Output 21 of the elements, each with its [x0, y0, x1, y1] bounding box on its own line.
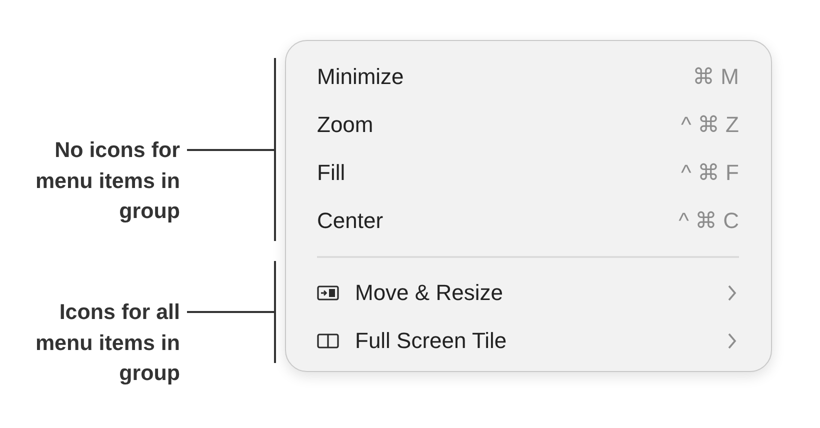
- item-label: Zoom: [317, 112, 374, 138]
- item-label: Move & Resize: [355, 280, 504, 306]
- split-window-icon: [317, 333, 339, 349]
- item-label: Fill: [317, 160, 346, 186]
- item-label: Center: [317, 208, 384, 234]
- chevron-right-icon: [727, 332, 737, 350]
- menu-item[interactable]: Zoom ^ ⌘ Z: [317, 101, 739, 149]
- menu-item[interactable]: Center ^ ⌘ C: [317, 197, 739, 245]
- menu-item[interactable]: Fill ^ ⌘ F: [317, 149, 739, 197]
- item-label: Full Screen Tile: [355, 328, 508, 354]
- menu-item[interactable]: Minimize ⌘ M: [317, 53, 739, 101]
- menu-item[interactable]: Move & Resize: [317, 269, 739, 317]
- keyboard-shortcut: ^ ⌘ Z: [681, 112, 739, 138]
- keyboard-shortcut: ^ ⌘ C: [678, 208, 739, 234]
- menu-item[interactable]: Full Screen Tile: [317, 317, 739, 365]
- chevron-right-icon: [727, 284, 737, 302]
- keyboard-shortcut: ^ ⌘ F: [681, 160, 739, 186]
- callout-label: No icons for menu items in group: [34, 137, 180, 225]
- callout-label: Icons for all menu items in group: [34, 299, 180, 387]
- keyboard-shortcut: ⌘ M: [692, 64, 739, 90]
- item-label: Minimize: [317, 64, 405, 90]
